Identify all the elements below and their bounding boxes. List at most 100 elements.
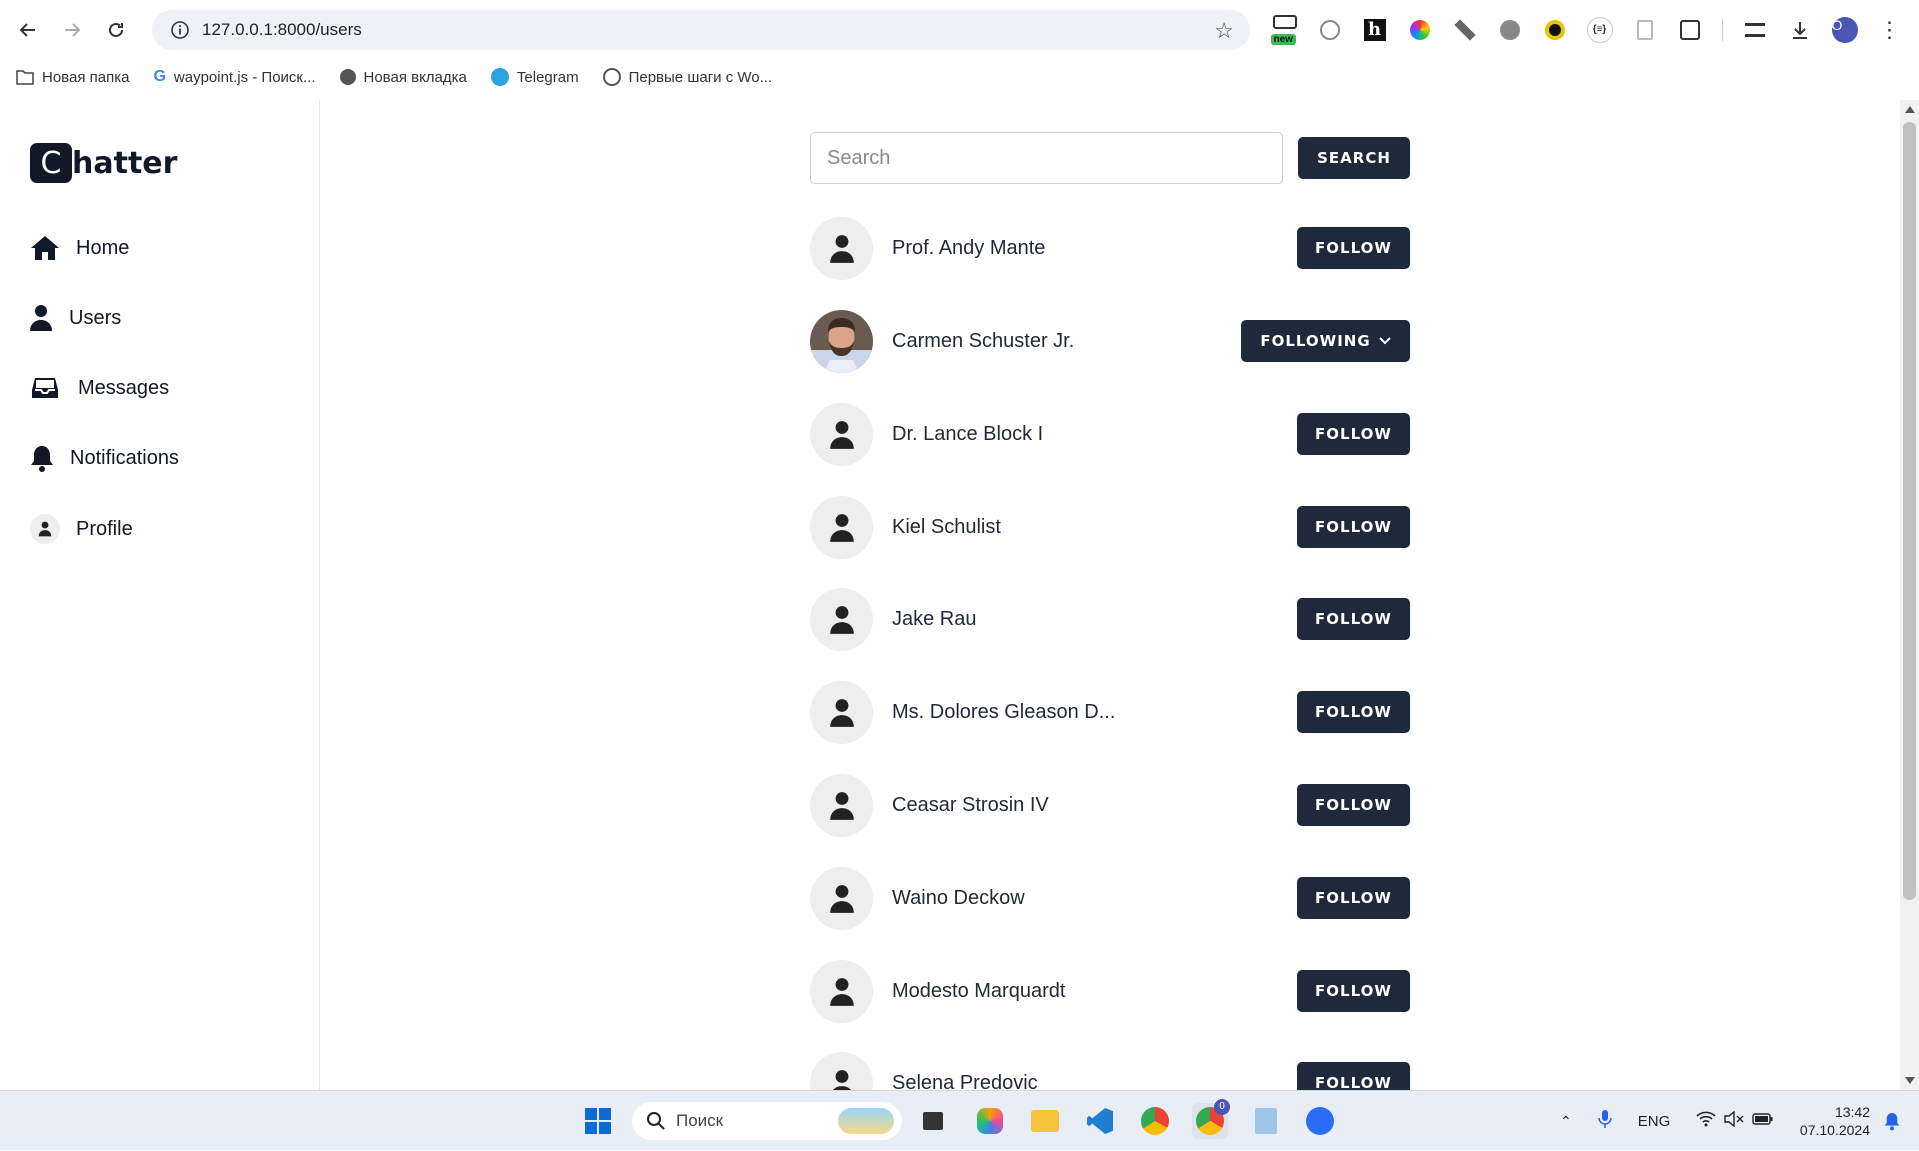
reload-icon	[109, 22, 123, 37]
chrome-badge: 0	[1214, 1099, 1230, 1115]
user-avatar-icon[interactable]	[810, 496, 873, 559]
clipboard-extension-icon[interactable]	[1622, 10, 1667, 50]
button-label: FOLLOW	[1315, 425, 1392, 443]
sidebar-item-profile[interactable]: Profile	[30, 514, 133, 544]
follow-button[interactable]: FOLLOW	[1297, 784, 1410, 826]
user-name[interactable]: Selena Predovic	[892, 1072, 1038, 1090]
globe-extension-icon[interactable]	[1307, 10, 1352, 50]
user-avatar-icon[interactable]	[810, 774, 873, 837]
language-indicator[interactable]: ENG	[1638, 1113, 1671, 1130]
follow-button[interactable]: FOLLOW	[1297, 413, 1410, 455]
follow-button[interactable]: FOLLOW	[1297, 506, 1410, 548]
site-info-icon[interactable]	[162, 20, 198, 40]
globe-icon	[339, 69, 356, 85]
scroll-down-arrow-icon[interactable]	[1905, 1077, 1915, 1084]
zoom-icon[interactable]	[1302, 1103, 1338, 1139]
sidebar-item-users[interactable]: Users	[30, 303, 121, 333]
follow-button[interactable]: FOLLOW	[1297, 598, 1410, 640]
button-label: FOLLOW	[1315, 518, 1392, 536]
h-extension-icon[interactable]: h	[1352, 10, 1397, 50]
wifi-icon[interactable]	[1696, 1111, 1716, 1131]
user-name[interactable]: Dr. Lance Block I	[892, 423, 1043, 446]
json-extension-icon[interactable]: {≡}	[1577, 10, 1622, 50]
bookmark-item[interactable]: Первые шаги с Wo...	[602, 68, 772, 86]
copilot-icon[interactable]	[972, 1103, 1008, 1139]
color-wheel-extension-icon[interactable]	[1397, 10, 1442, 50]
windows-start-icon[interactable]	[580, 1103, 616, 1139]
user-name[interactable]: Jake Rau	[892, 608, 977, 631]
back-button[interactable]	[10, 12, 46, 48]
user-name[interactable]: Prof. Andy Mante	[892, 237, 1045, 260]
sidebar-item-label: Users	[69, 306, 122, 329]
bookmark-item[interactable]: Новая папка	[16, 69, 129, 86]
user-name[interactable]: Ms. Dolores Gleason D...	[892, 701, 1115, 724]
user-avatar-icon[interactable]	[810, 217, 873, 280]
user-photo-avatar[interactable]	[810, 310, 873, 373]
download-icon[interactable]	[1777, 10, 1822, 50]
taskbar-search[interactable]: Поиск	[632, 1102, 902, 1140]
user-list-item: Ceasar Strosin IV FOLLOW	[810, 774, 1410, 838]
user-avatar-icon[interactable]	[810, 588, 873, 651]
follow-button[interactable]: FOLLOW	[1297, 227, 1410, 269]
volume-muted-icon[interactable]	[1724, 1110, 1744, 1131]
ruler-extension-icon[interactable]	[1442, 10, 1487, 50]
sidebar-item-label: Notifications	[70, 446, 179, 469]
user-name[interactable]: Modesto Marquardt	[892, 980, 1065, 1003]
follow-button[interactable]: FOLLOW	[1297, 691, 1410, 733]
follow-button[interactable]: FOLLOW	[1297, 877, 1410, 919]
menu-kebab-icon[interactable]: ⋮	[1867, 10, 1912, 50]
key-extension-icon[interactable]	[1532, 10, 1577, 50]
chrome-profile-icon[interactable]: 0	[1192, 1099, 1230, 1139]
notepad-icon[interactable]	[1248, 1103, 1284, 1139]
logo-text: hatter	[72, 145, 178, 181]
search-button[interactable]: SEARCH	[1298, 137, 1410, 179]
media-control-icon[interactable]	[1732, 10, 1777, 50]
battery-icon[interactable]	[1752, 1112, 1774, 1130]
page-scrollbar[interactable]	[1900, 100, 1919, 1090]
user-avatar-icon[interactable]	[810, 681, 873, 744]
reload-button[interactable]	[98, 12, 134, 48]
file-explorer-icon[interactable]	[1027, 1103, 1063, 1139]
following-button[interactable]: FOLLOWING	[1241, 320, 1410, 362]
user-name[interactable]: Carmen Schuster Jr.	[892, 330, 1074, 353]
taskbar-clock[interactable]: 13:42 07.10.2024	[1790, 1103, 1870, 1139]
windows-taskbar: Поиск 0 ⌃ ENG 13:42 07.10.2024	[0, 1090, 1919, 1150]
scroll-thumb[interactable]	[1903, 122, 1916, 900]
microphone-icon[interactable]	[1597, 1109, 1612, 1133]
follow-button[interactable]: FOLLOW	[1297, 970, 1410, 1012]
extension-new[interactable]: new	[1262, 10, 1307, 50]
user-avatar-icon[interactable]	[810, 867, 873, 930]
app-logo[interactable]: C hatter	[30, 143, 177, 183]
task-view-icon[interactable]	[915, 1103, 951, 1139]
profile-button[interactable]: O	[1822, 10, 1867, 50]
forward-button[interactable]	[54, 12, 90, 48]
bookmark-item[interactable]: Новая вкладка	[339, 69, 467, 86]
button-label: FOLLOW	[1315, 796, 1392, 814]
button-label: FOLLOW	[1315, 1074, 1392, 1090]
follow-button[interactable]: FOLLOW	[1297, 1062, 1410, 1090]
search-input[interactable]	[810, 132, 1283, 184]
vscode-icon[interactable]	[1082, 1103, 1118, 1139]
sidebar-item-home[interactable]: Home	[30, 233, 129, 263]
notification-bell-icon[interactable]	[1874, 1103, 1910, 1139]
sidebar-item-messages[interactable]: Messages	[30, 373, 169, 403]
user-avatar-icon[interactable]	[810, 1052, 873, 1090]
scroll-up-arrow-icon[interactable]	[1905, 106, 1915, 113]
google-icon: G	[153, 68, 166, 85]
address-bar[interactable]: 127.0.0.1:8000/users ☆	[152, 10, 1250, 50]
user-avatar-icon[interactable]	[810, 960, 873, 1023]
user-name[interactable]: Ceasar Strosin IV	[892, 794, 1049, 817]
url-text[interactable]: 127.0.0.1:8000/users	[202, 20, 362, 40]
chevron-up-icon[interactable]: ⌃	[1560, 1113, 1572, 1130]
round-extension-icon[interactable]	[1487, 10, 1532, 50]
user-icon	[30, 303, 52, 333]
puzzle-extensions-icon[interactable]	[1667, 10, 1712, 50]
sidebar-item-notifications[interactable]: Notifications	[30, 443, 179, 473]
user-name[interactable]: Waino Deckow	[892, 887, 1025, 910]
bookmark-item[interactable]: G waypoint.js - Поиск...	[153, 68, 315, 86]
bookmark-star-icon[interactable]: ☆	[1214, 18, 1234, 44]
user-avatar-icon[interactable]	[810, 403, 873, 466]
chrome-icon[interactable]	[1137, 1103, 1173, 1139]
bookmark-item[interactable]: Telegram	[490, 68, 579, 86]
user-name[interactable]: Kiel Schulist	[892, 516, 1001, 539]
